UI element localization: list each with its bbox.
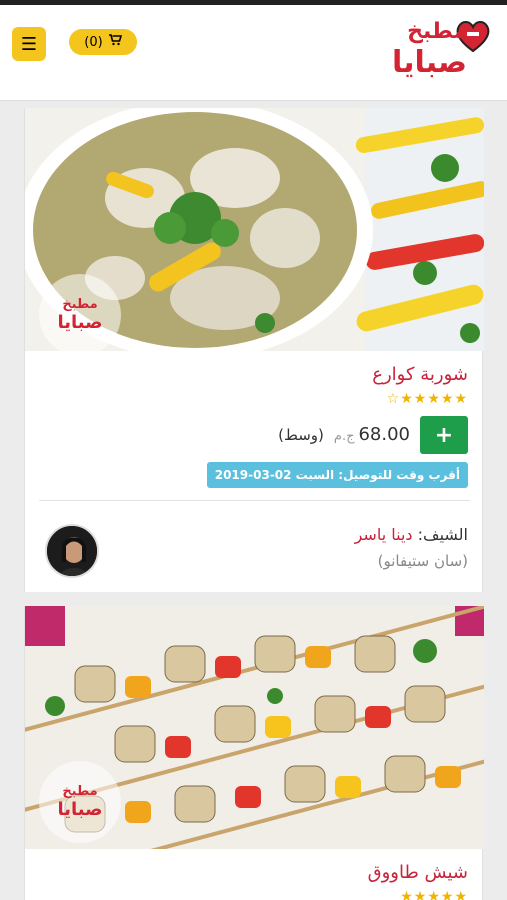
brand-watermark: مطبخ صبايا bbox=[39, 274, 121, 351]
chef-label: الشيف: bbox=[417, 525, 468, 544]
price-value: 68.00 bbox=[358, 424, 410, 445]
brand-watermark: مطبخ صبايا bbox=[39, 761, 121, 843]
site-logo[interactable]: مطبخ صبايا bbox=[381, 13, 493, 91]
hamburger-icon: ☰ bbox=[20, 33, 38, 55]
divider bbox=[39, 500, 470, 501]
rating-stars: ★★★★★ bbox=[400, 889, 468, 900]
logo-text-line2: صبايا bbox=[391, 45, 467, 80]
chef-avatar[interactable] bbox=[45, 524, 99, 578]
price-row: 68.00 ج.م (وسط) bbox=[278, 424, 410, 445]
cart-count: (0) bbox=[84, 34, 103, 50]
header: ☰ (0) مطبخ صبايا bbox=[0, 5, 507, 101]
product-image[interactable]: مطبخ صبايا bbox=[25, 606, 484, 849]
product-card: مطبخ صبايا شيش طاووق ★★★★★ bbox=[24, 606, 484, 900]
plus-icon: + bbox=[434, 422, 454, 448]
chef-info: الشيف: دينا ياسر bbox=[355, 525, 468, 544]
rating-stars: ☆★★★★★ bbox=[387, 391, 468, 407]
delivery-badge: أقرب وقت للتوصيل: السبت 02-03-2019 bbox=[206, 462, 468, 488]
chef-name[interactable]: دينا ياسر bbox=[355, 525, 413, 544]
logo-text-line1: مطبخ bbox=[407, 19, 467, 44]
product-title[interactable]: شوربة كوارع bbox=[372, 364, 468, 385]
price-currency: ج.م bbox=[333, 429, 355, 444]
product-card: مطبخ صبايا شوربة كوارع ☆★★★★★ + 68.00 ج.… bbox=[24, 108, 484, 592]
product-image[interactable]: مطبخ صبايا bbox=[25, 108, 484, 351]
product-title[interactable]: شيش طاووق bbox=[368, 862, 468, 883]
cart-icon bbox=[108, 34, 122, 50]
cart-button[interactable]: (0) bbox=[69, 29, 137, 55]
chef-location: (سان ستيفانو) bbox=[377, 552, 468, 570]
portion-size: (وسط) bbox=[278, 426, 324, 444]
star-icons: ★★★★★ bbox=[400, 391, 468, 407]
add-to-cart-button[interactable]: + bbox=[420, 416, 468, 454]
menu-button[interactable]: ☰ bbox=[12, 27, 46, 61]
star-empty-icon: ☆ bbox=[386, 391, 401, 407]
star-icons: ★★★★★ bbox=[400, 889, 468, 900]
product-list[interactable]: مطبخ صبايا شوربة كوارع ☆★★★★★ + 68.00 ج.… bbox=[0, 102, 507, 900]
